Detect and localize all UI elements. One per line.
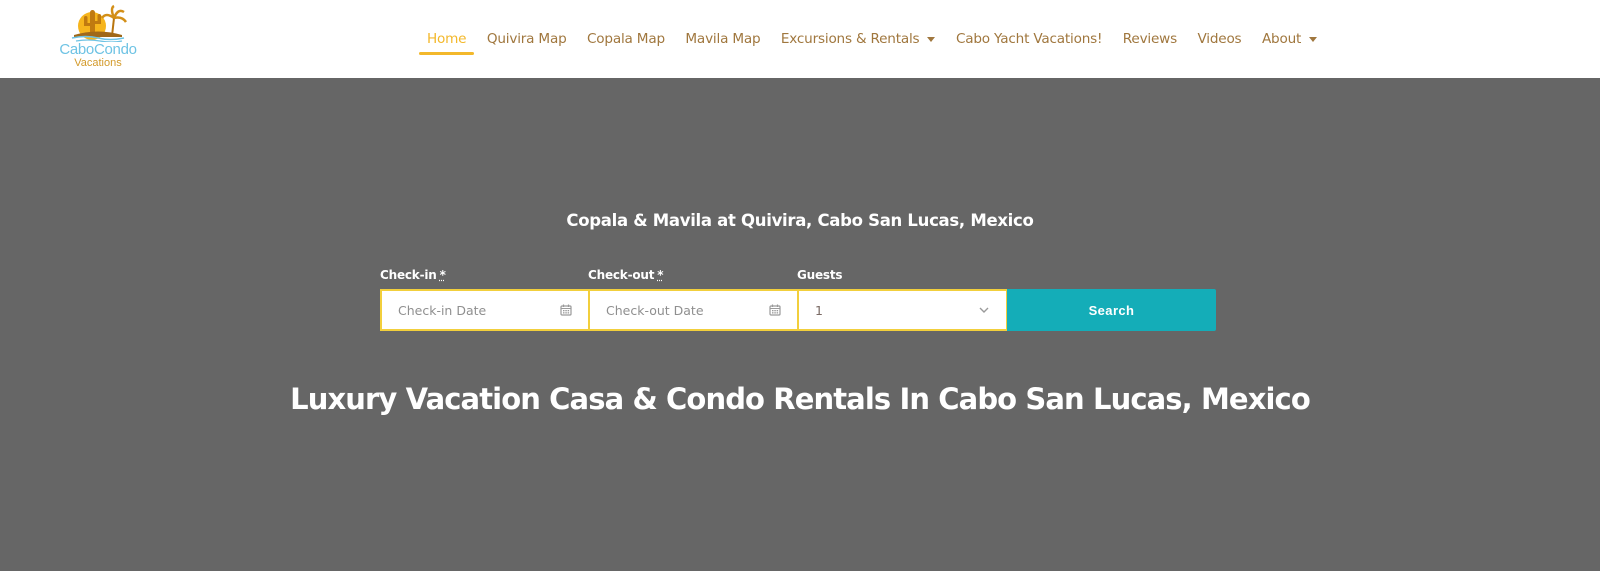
site-header: CaboCondo Vacations Home Quivira Map Cop…: [0, 0, 1600, 78]
calendar-icon[interactable]: [769, 304, 781, 316]
booking-labels: Check-in * Check-out * Guests: [380, 268, 1216, 284]
nav-videos-label: Videos: [1197, 31, 1242, 47]
nav-excursions-rentals-label: Excursions & Rentals: [780, 31, 920, 47]
guests-label: Guests: [797, 268, 843, 282]
nav-about-label: About: [1261, 31, 1302, 47]
main-nav: Home Quivira Map Copala Map Mavila Map E…: [418, 28, 1338, 55]
calendar-icon[interactable]: [560, 304, 572, 316]
checkin-label-text: Check-in: [380, 268, 437, 282]
guests-select[interactable]: 1: [797, 289, 1008, 331]
checkout-date-placeholder: Check-out Date: [606, 302, 704, 318]
nav-cabo-yacht-vacations-label: Cabo Yacht Vacations!: [955, 31, 1103, 47]
logo-text-primary: CaboCondo: [59, 41, 137, 58]
nav-quivira-map[interactable]: Quivira Map: [487, 28, 567, 50]
hero-subtitle: Copala & Mavila at Quivira, Cabo San Luc…: [566, 211, 1034, 230]
guests-select-value: 1: [815, 302, 823, 318]
logo-text-secondary: Vacations: [74, 57, 122, 69]
checkin-date-placeholder: Check-in Date: [398, 302, 487, 318]
nav-about[interactable]: About: [1261, 28, 1318, 50]
hero-headline: Luxury Vacation Casa & Condo Rentals In …: [290, 382, 1311, 416]
nav-mavila-map-label: Mavila Map: [685, 31, 761, 47]
logo-cactus-palm-icon: [71, 4, 128, 42]
chevron-down-icon: [978, 304, 990, 316]
nav-excursions-rentals[interactable]: Excursions & Rentals: [781, 28, 936, 50]
nav-reviews[interactable]: Reviews: [1123, 28, 1177, 50]
nav-mavila-map[interactable]: Mavila Map: [685, 28, 760, 50]
nav-cabo-yacht-vacations[interactable]: Cabo Yacht Vacations!: [955, 28, 1103, 50]
search-button[interactable]: Search: [1007, 289, 1216, 331]
caret-down-icon: [1309, 36, 1318, 42]
required-mark: *: [439, 268, 446, 282]
required-mark: *: [657, 268, 664, 282]
checkin-label: Check-in *: [380, 268, 446, 282]
caret-down-icon: [927, 36, 936, 42]
checkout-date-field[interactable]: Check-out Date: [588, 289, 799, 331]
checkout-label-text: Check-out: [588, 268, 655, 282]
nav-home-label: Home: [427, 31, 467, 47]
checkin-date-field[interactable]: Check-in Date: [380, 289, 590, 331]
nav-home[interactable]: Home: [418, 28, 475, 55]
nav-copala-map[interactable]: Copala Map: [587, 28, 665, 50]
nav-videos[interactable]: Videos: [1197, 28, 1241, 50]
nav-quivira-map-label: Quivira Map: [486, 31, 567, 47]
site-logo[interactable]: CaboCondo Vacations: [58, 4, 138, 70]
nav-copala-map-label: Copala Map: [587, 31, 665, 47]
nav-reviews-label: Reviews: [1122, 31, 1177, 47]
checkout-label: Check-out *: [588, 268, 664, 282]
